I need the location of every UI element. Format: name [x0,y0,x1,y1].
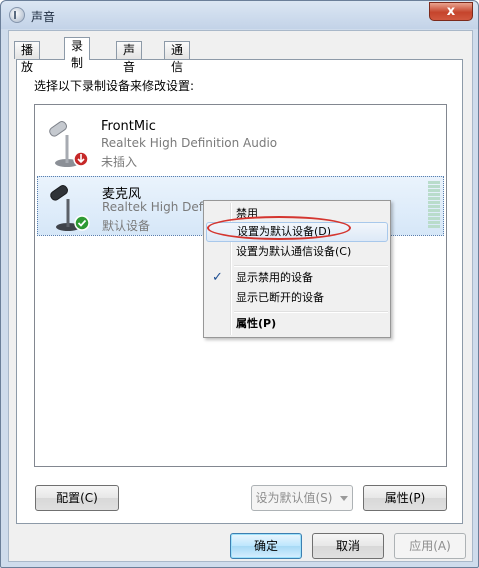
tab-playback[interactable]: 播放 [14,41,41,74]
apply-button[interactable]: 应用(A) [394,533,466,559]
ok-button[interactable]: 确定 [230,533,302,559]
menu-item-set-default-comm-device[interactable]: 设置为默认通信设备(C) [206,242,388,262]
tab-recording[interactable]: 录制 [64,37,91,70]
red-highlight-circle [207,216,351,240]
microphone-icon [50,185,90,231]
device-name: FrontMic [101,119,156,134]
configure-button[interactable]: 配置(C) [35,485,119,511]
checkmark-icon: ✓ [212,270,223,285]
tab-sounds[interactable]: 声音 [116,41,143,74]
close-button[interactable]: x [429,2,473,21]
device-driver: Realtek High Definition Audio [101,136,278,150]
input-level-meter [428,181,440,228]
tab-communications[interactable]: 通信 [164,41,191,74]
set-default-button[interactable]: 设为默认值(S) [251,485,337,511]
device-row-frontmic[interactable]: FrontMic Realtek High Definition Audio 未… [37,113,444,173]
instruction-text: 选择以下录制设备来修改设置: [34,79,195,93]
green-check-icon [74,215,90,231]
device-status: 默认设备 [102,219,151,233]
menu-item-properties[interactable]: 属性(P) [206,314,388,334]
menu-item-show-disconnected-devices[interactable]: 显示已断开的设备 [206,288,388,308]
speaker-icon [9,7,25,23]
device-status: 未插入 [101,155,138,169]
menu-item-label: 显示禁用的设备 [236,271,313,284]
cancel-button[interactable]: 取消 [312,533,384,559]
microphone-icon [49,121,89,167]
window-title: 声音 [31,10,56,24]
chevron-down-icon[interactable] [336,485,353,511]
properties-button[interactable]: 属性(P) [363,485,447,511]
menu-separator [234,311,388,313]
title-bar[interactable]: 声音 x [1,1,478,29]
menu-separator [234,265,388,267]
device-driver: Realtek High Defin [102,200,214,214]
menu-item-show-disabled-devices[interactable]: ✓ 显示禁用的设备 [206,268,388,288]
